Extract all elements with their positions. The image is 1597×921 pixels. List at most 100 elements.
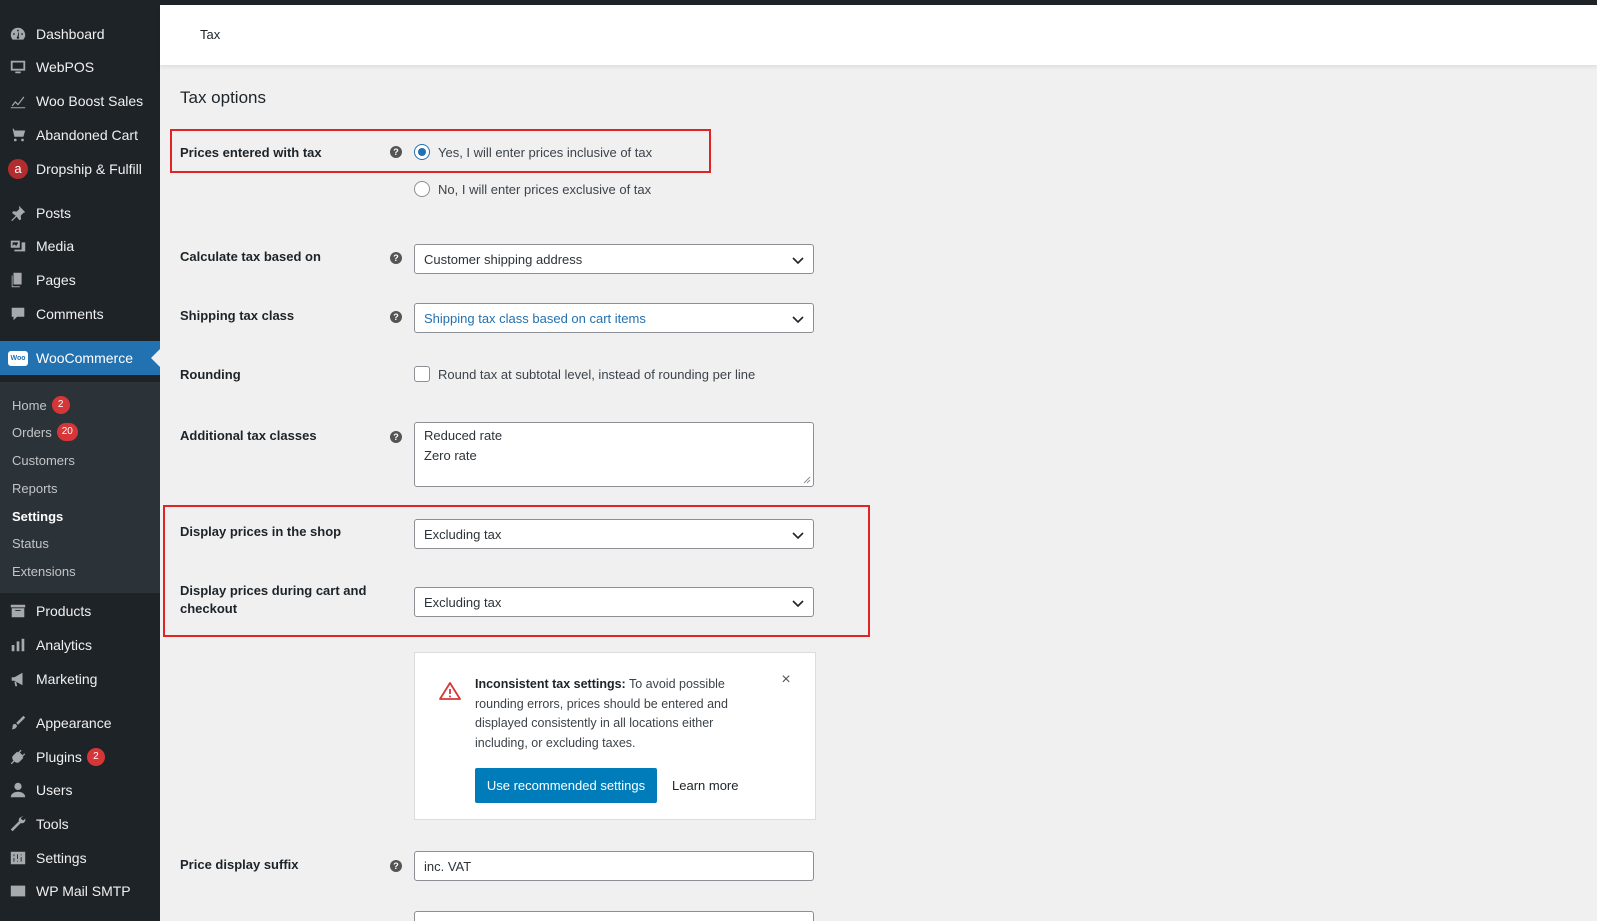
- sidebar-label: Abandoned Cart: [36, 127, 138, 143]
- sidebar-label: WooCommerce: [36, 350, 133, 366]
- sidebar-label: Dashboard: [36, 26, 105, 42]
- sidebar-item-dashboard[interactable]: Dashboard: [0, 17, 160, 51]
- resize-grip-icon[interactable]: [803, 476, 811, 484]
- sidebar-label: WP Mail SMTP: [36, 883, 131, 899]
- woocommerce-submenu: Home 2 Orders 20 Customers Reports Setting…: [0, 382, 160, 593]
- sidebar-label: Woo Boost Sales: [36, 93, 144, 109]
- sidebar-item-comments[interactable]: Comments: [0, 297, 160, 331]
- woo-icon: Woo: [8, 348, 28, 368]
- sidebar-item-products[interactable]: Products: [0, 594, 160, 628]
- sidebar-item-dropship[interactable]: a Dropship & Fulfill: [0, 152, 160, 186]
- pin-icon: [8, 203, 28, 223]
- pages-icon: [8, 270, 28, 290]
- notice-message: Inconsistent tax settings: To avoid poss…: [475, 677, 728, 750]
- submenu-item-status[interactable]: Status: [12, 533, 49, 553]
- sidebar-label: Posts: [36, 205, 72, 221]
- submenu-item-settings[interactable]: Settings: [12, 506, 63, 526]
- home-count-badge: 2: [51, 396, 70, 414]
- cart-icon: [8, 125, 28, 145]
- additional-tax-classes-label: Additional tax classes: [180, 428, 317, 443]
- megaphone-icon: [8, 669, 28, 689]
- sidebar-label: Media: [36, 238, 75, 254]
- sidebar-label: Pages: [36, 272, 76, 288]
- highlight-box: [163, 505, 870, 637]
- sidebar-item-users[interactable]: Users: [0, 773, 160, 807]
- wrench-icon: [8, 814, 28, 834]
- help-icon[interactable]: ?: [390, 252, 402, 264]
- rounding-checkbox-row[interactable]: Round tax at subtotal level, instead of …: [414, 366, 755, 382]
- submenu-item-customers[interactable]: Customers: [12, 450, 75, 470]
- chevron-down-icon: [792, 316, 804, 324]
- submenu-item-extensions[interactable]: Extensions: [12, 561, 76, 581]
- admin-sidebar: Dashboard WebPOS Woo Boost Sales Abandon…: [0, 0, 160, 921]
- submenu-item-reports[interactable]: Reports: [12, 478, 58, 498]
- close-icon[interactable]: ×: [779, 672, 793, 688]
- calculate-tax-select[interactable]: Customer shipping address: [414, 244, 814, 274]
- page-title: Tax: [200, 27, 221, 42]
- archive-icon: [8, 601, 28, 621]
- bar-chart-icon: [8, 635, 28, 655]
- submenu-item-home[interactable]: Home 2: [12, 395, 70, 415]
- sidebar-item-wp-mail-smtp[interactable]: WP Mail SMTP: [0, 874, 160, 908]
- sidebar-label: Appearance: [36, 715, 112, 731]
- section-title: Tax options: [180, 88, 266, 107]
- active-indicator: [151, 349, 160, 367]
- learn-more-link[interactable]: Learn more: [672, 778, 738, 793]
- next-field-partial[interactable]: [414, 911, 814, 921]
- calculate-tax-label: Calculate tax based on: [180, 249, 321, 264]
- sidebar-label: Users: [36, 782, 73, 798]
- chevron-down-icon: [792, 257, 804, 265]
- sidebar-item-analytics[interactable]: Analytics: [0, 628, 160, 662]
- comment-icon: [8, 304, 28, 324]
- plugins-count-badge: 2: [86, 748, 105, 766]
- sidebar-label: Analytics: [36, 637, 93, 653]
- sidebar-label: Dropship & Fulfill: [36, 161, 142, 177]
- additional-tax-classes-textarea[interactable]: Reduced rate Zero rate: [414, 422, 814, 487]
- highlight-box: [170, 129, 711, 173]
- inconsistent-tax-notice: Inconsistent tax settings: To avoid poss…: [414, 652, 816, 820]
- rounding-checkbox[interactable]: [414, 366, 430, 382]
- sidebar-label: Marketing: [36, 671, 98, 687]
- sidebar-label: Tools: [36, 816, 69, 832]
- help-icon[interactable]: ?: [390, 860, 402, 872]
- sidebar-item-woo-boost-sales[interactable]: Woo Boost Sales: [0, 84, 160, 118]
- submenu-item-orders[interactable]: Orders 20: [12, 422, 78, 442]
- sidebar-label: Comments: [36, 306, 104, 322]
- sidebar-item-plugins[interactable]: Plugins 2: [0, 740, 160, 774]
- shipping-tax-class-select[interactable]: Shipping tax class based on cart items: [414, 303, 814, 333]
- use-recommended-settings-button[interactable]: Use recommended settings: [475, 768, 657, 803]
- sidebar-item-webpos[interactable]: WebPOS: [0, 50, 160, 84]
- sidebar-item-settings[interactable]: Settings: [0, 841, 160, 875]
- rounding-label: Rounding: [180, 367, 241, 382]
- user-icon: [8, 780, 28, 800]
- sidebar-item-woocommerce[interactable]: Woo WooCommerce: [0, 341, 160, 375]
- price-suffix-input[interactable]: inc. VAT: [414, 851, 814, 881]
- sidebar-label: Settings: [36, 850, 87, 866]
- plugin-icon: [8, 747, 28, 767]
- help-icon[interactable]: ?: [390, 311, 402, 323]
- chart-line-icon: [8, 91, 28, 111]
- warning-icon: [439, 682, 461, 700]
- sidebar-label: WebPOS: [36, 59, 95, 75]
- sidebar-item-tools[interactable]: Tools: [0, 807, 160, 841]
- sidebar-item-posts[interactable]: Posts: [0, 196, 160, 230]
- sidebar-item-appearance[interactable]: Appearance: [0, 706, 160, 740]
- orders-count-badge: 20: [56, 423, 78, 441]
- dropship-icon: a: [8, 159, 28, 179]
- sidebar-item-media[interactable]: Media: [0, 229, 160, 263]
- media-icon: [8, 236, 28, 256]
- monitor-icon: [8, 57, 28, 77]
- help-icon[interactable]: ?: [390, 431, 402, 443]
- sidebar-item-pages[interactable]: Pages: [0, 263, 160, 297]
- radio-button[interactable]: [414, 181, 430, 197]
- sidebar-label: Plugins: [36, 749, 82, 765]
- sidebar-item-abandoned-cart[interactable]: Abandoned Cart: [0, 118, 160, 152]
- dashboard-icon: [8, 24, 28, 44]
- brush-icon: [8, 713, 28, 733]
- sidebar-label: Products: [36, 603, 92, 619]
- radio-prices-exclusive[interactable]: No, I will enter prices exclusive of tax: [414, 181, 651, 197]
- page-header: Tax: [160, 5, 1597, 65]
- shipping-tax-class-label: Shipping tax class: [180, 308, 295, 323]
- sidebar-item-marketing[interactable]: Marketing: [0, 662, 160, 696]
- price-suffix-label: Price display suffix: [180, 857, 299, 872]
